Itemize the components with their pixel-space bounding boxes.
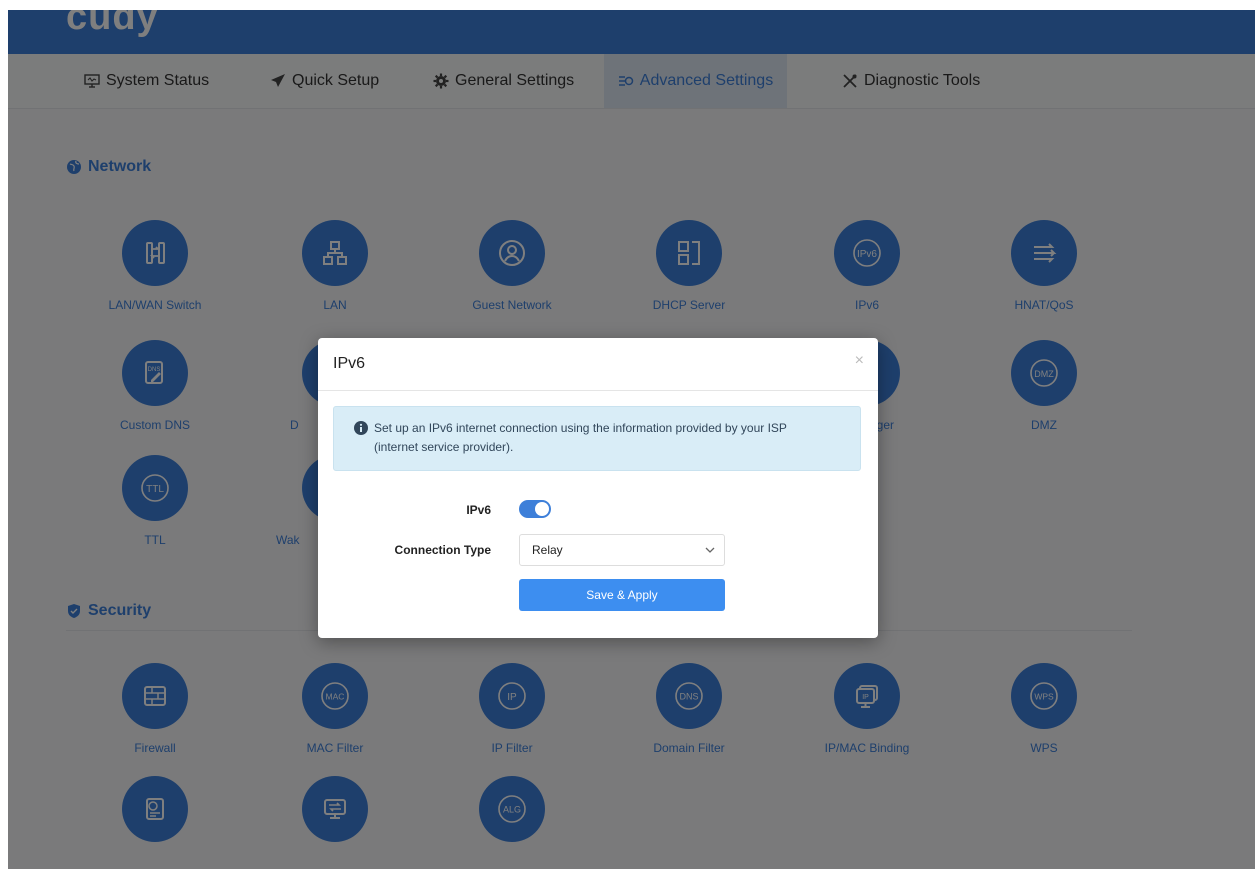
info-alert: Set up an IPv6 internet connection using… [333,406,861,471]
info-icon [354,421,368,435]
ipv6-dialog: IPv6 × Set up an IPv6 internet connectio… [318,338,878,638]
chevron-down-icon [705,547,715,553]
connection-type-label: Connection Type [394,543,491,557]
ipv6-toggle-label: IPv6 [466,503,491,517]
close-icon[interactable]: × [855,352,864,370]
info-line-1: Set up an IPv6 internet connection using… [374,421,787,435]
save-apply-button[interactable]: Save & Apply [519,579,725,611]
info-text: Set up an IPv6 internet connection using… [374,419,787,470]
dialog-header: IPv6 × [318,338,878,391]
dialog-title: IPv6 [333,355,366,372]
toggle-knob [535,502,549,516]
ipv6-toggle[interactable] [519,500,551,518]
info-line-2: (internet service provider). [374,440,514,454]
router-admin-screen: cudy System Status Quick Setup General S… [8,10,1255,869]
connection-type-select[interactable]: Relay [519,534,725,566]
select-value: Relay [532,543,563,557]
